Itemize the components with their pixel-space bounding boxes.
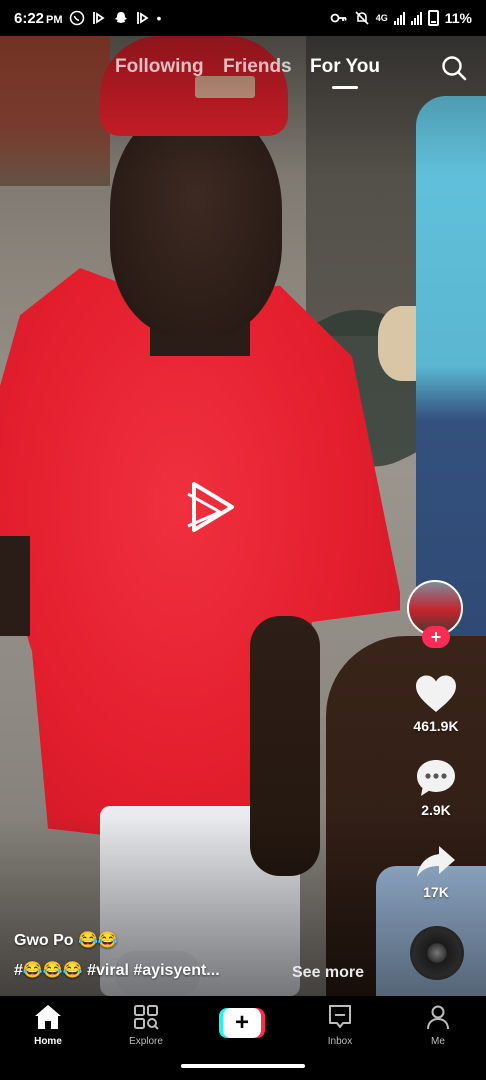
top-nav: Following Friends For You: [0, 52, 486, 92]
mute-bell-icon: [355, 11, 369, 25]
signal-icon: [393, 11, 405, 25]
caption-username[interactable]: Gwo Po 😂😂: [14, 930, 394, 950]
nav-inbox-label: Inbox: [327, 1036, 353, 1047]
app-notification-icon-2: [136, 12, 149, 24]
snapchat-icon: [114, 12, 127, 23]
follow-button[interactable]: +: [422, 626, 450, 648]
battery-icon: [427, 10, 439, 26]
inbox-icon: [329, 1005, 351, 1028]
nav-inbox[interactable]: Inbox: [305, 1004, 375, 1047]
like-count: 461.9K: [413, 718, 459, 734]
share-icon: [417, 846, 455, 877]
signal-icon-2: [410, 11, 422, 25]
tab-following[interactable]: Following: [115, 56, 204, 78]
time-value: 6:22: [14, 9, 45, 27]
heart-icon: [416, 675, 456, 712]
more-notifications-dot: •: [156, 10, 162, 26]
share-button[interactable]: 17K: [386, 844, 486, 900]
app-notification-icon: [92, 12, 105, 24]
tab-friends[interactable]: Friends: [223, 56, 292, 78]
active-tab-indicator: [332, 86, 358, 89]
key-icon: [330, 13, 347, 23]
network-type: 4G: [375, 13, 388, 23]
video-caption: Gwo Po 😂😂 #😂😂😂 #viral #ayisyent... See m…: [14, 930, 394, 982]
background-person: [416, 96, 486, 636]
battery-percent: 11%: [444, 10, 472, 26]
home-icon: [35, 1005, 61, 1029]
status-time: 6:22 PM: [14, 10, 63, 27]
whatsapp-icon: [69, 10, 84, 26]
comment-count: 2.9K: [421, 802, 451, 818]
share-count: 17K: [423, 884, 449, 900]
time-ampm: PM: [46, 13, 63, 26]
search-icon[interactable]: [440, 54, 468, 82]
nav-me-label: Me: [431, 1036, 445, 1047]
nav-me[interactable]: Me: [403, 1004, 473, 1047]
like-button[interactable]: 461.9K: [386, 674, 486, 734]
see-more-link[interactable]: See more: [292, 964, 364, 982]
comment-icon: [417, 760, 455, 796]
caption-text: #😂😂😂 #viral #ayisyent...: [14, 962, 220, 979]
home-indicator[interactable]: [181, 1064, 305, 1068]
create-plus-icon: +: [223, 1008, 261, 1038]
nav-explore-label: Explore: [129, 1036, 163, 1047]
explore-icon: [134, 1005, 159, 1030]
bottom-nav: Home Explore + Inbox Me: [0, 996, 486, 1080]
nav-home[interactable]: Home: [13, 1004, 83, 1047]
create-button[interactable]: +: [219, 1008, 265, 1038]
person-arm-left: [0, 536, 30, 636]
status-bar: 6:22 PM • 4G 11%: [0, 0, 486, 36]
profile-icon: [427, 1005, 449, 1030]
nav-explore[interactable]: Explore: [111, 1004, 181, 1047]
creator-avatar-group[interactable]: +: [407, 580, 465, 650]
music-disc-icon[interactable]: [410, 926, 464, 980]
status-right: 4G 11%: [330, 10, 472, 26]
status-left: 6:22 PM •: [14, 10, 161, 27]
comment-button[interactable]: 2.9K: [386, 758, 486, 818]
tab-for-you[interactable]: For You: [310, 56, 380, 78]
shirt-logo-icon: [187, 482, 234, 532]
nav-home-label: Home: [34, 1036, 62, 1047]
